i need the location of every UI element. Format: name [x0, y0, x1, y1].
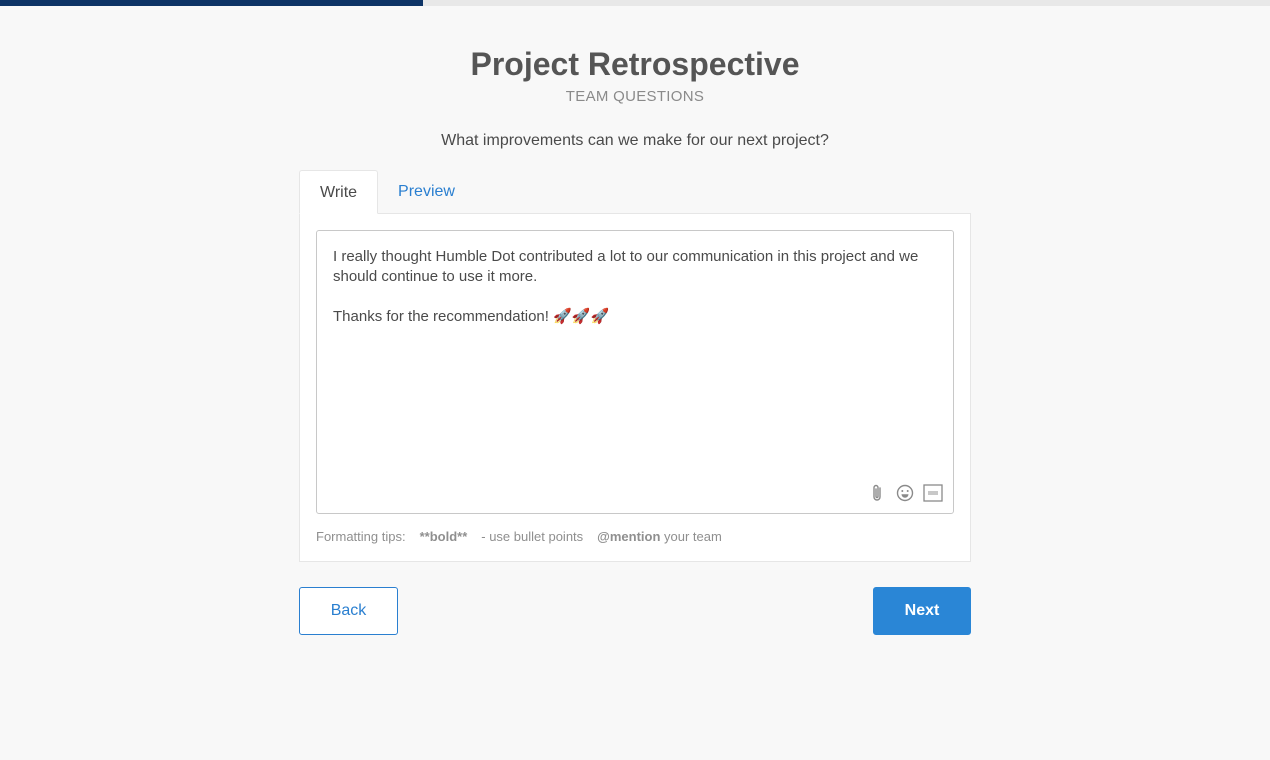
tip-bullets: - use bullet points	[481, 529, 584, 544]
tip-mention-rest: your team	[664, 529, 722, 544]
progress-bar-fill	[0, 0, 423, 6]
tip-bold: **bold**	[419, 529, 468, 544]
tip-mention-keyword: @mention	[597, 529, 661, 544]
tip-mention: @mention your team	[597, 529, 722, 544]
tab-preview[interactable]: Preview	[378, 170, 475, 214]
paperclip-icon[interactable]	[867, 483, 887, 503]
answer-panel: I really thought Humble Dot contributed …	[299, 213, 971, 562]
gif-icon[interactable]	[923, 483, 943, 503]
tips-label: Formatting tips:	[316, 529, 406, 544]
answer-textarea[interactable]: I really thought Humble Dot contributed …	[316, 230, 954, 514]
question-text: What improvements can we make for our ne…	[441, 132, 829, 149]
page-subtitle: TEAM QUESTIONS	[565, 88, 705, 105]
tab-write[interactable]: Write	[299, 170, 379, 214]
formatting-tips: Formatting tips: **bold** - use bullet p…	[316, 529, 722, 544]
editor-tabs: Write Preview	[299, 170, 475, 214]
smiley-icon[interactable]	[895, 483, 915, 503]
back-button[interactable]: Back	[299, 587, 398, 635]
answer-text[interactable]: I really thought Humble Dot contributed …	[333, 247, 933, 327]
next-button[interactable]: Next	[873, 587, 971, 635]
page-title: Project Retrospective	[470, 46, 800, 82]
progress-bar	[0, 0, 1270, 6]
editor-toolbar	[867, 483, 943, 503]
